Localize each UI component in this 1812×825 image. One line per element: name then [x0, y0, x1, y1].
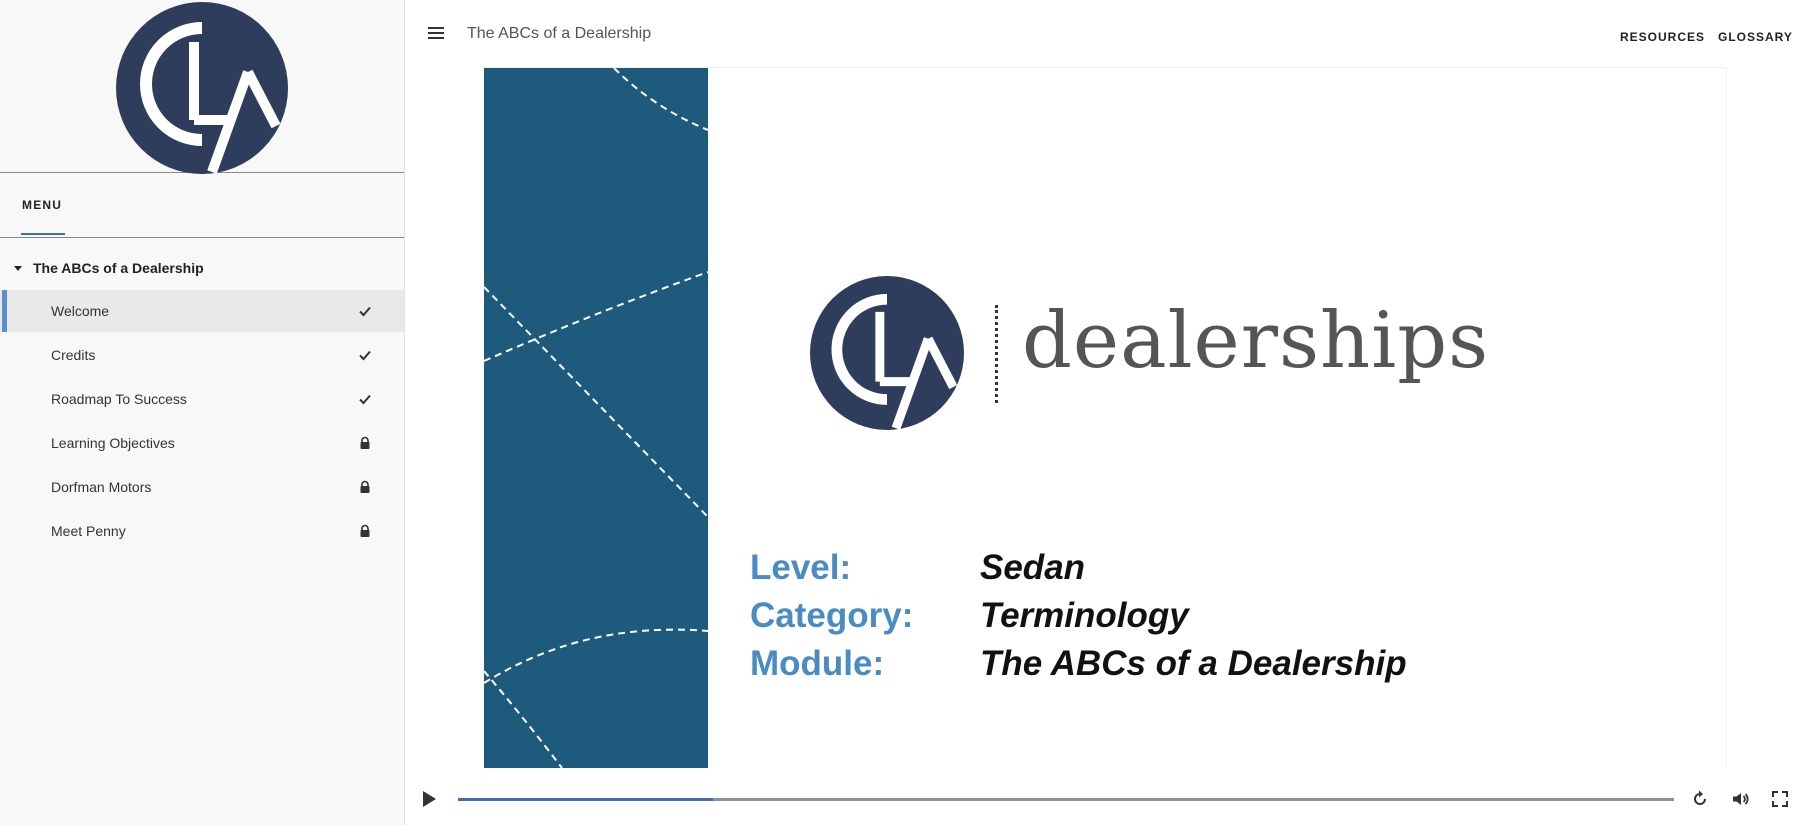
dashed-lines-decoration	[484, 68, 708, 768]
glossary-link[interactable]: GLOSSARY	[1718, 30, 1793, 44]
sidebar-item-label: Roadmap To Success	[51, 391, 187, 407]
cla-brand-logo-icon	[810, 276, 964, 430]
level-value: Sedan	[980, 548, 1086, 587]
lock-icon	[360, 480, 370, 493]
progress-bar[interactable]	[458, 798, 1674, 801]
replay-icon[interactable]	[1690, 789, 1710, 809]
sidebar-item-label: Learning Objectives	[51, 435, 175, 451]
lock-icon	[360, 436, 370, 449]
sidebar-item-label: Welcome	[51, 303, 110, 319]
menu-tab-indicator	[21, 233, 65, 235]
course-title: The ABCs of a Dealership	[467, 25, 652, 42]
sidebar-item-roadmap-to-success[interactable]: Roadmap To Success	[0, 378, 404, 420]
sidebar-item-label: Credits	[51, 347, 96, 363]
check-icon	[359, 394, 371, 405]
divider	[0, 237, 404, 238]
resources-link[interactable]: RESOURCES	[1620, 30, 1705, 44]
cla-logo-icon	[116, 2, 288, 174]
module-value: The ABCs of a Dealership	[980, 644, 1407, 683]
lock-icon	[360, 524, 370, 537]
slide-decorative-band	[484, 68, 708, 768]
play-icon[interactable]	[423, 791, 436, 807]
check-icon	[359, 350, 371, 361]
fullscreen-icon[interactable]	[1770, 789, 1790, 809]
level-label: Level:	[750, 548, 852, 587]
progress-bar-fill	[458, 798, 714, 801]
section-title: The ABCs of a Dealership	[33, 260, 204, 276]
category-label: Category:	[750, 596, 914, 635]
section-header[interactable]: The ABCs of a Dealership	[0, 254, 404, 282]
sidebar: MENU The ABCs of a Dealership Welcome Cr…	[0, 0, 405, 825]
sidebar-item-welcome[interactable]: Welcome	[0, 290, 404, 332]
check-icon	[359, 306, 371, 317]
hamburger-menu-icon[interactable]	[428, 27, 444, 39]
sidebar-item-meet-penny[interactable]: Meet Penny	[0, 510, 404, 552]
category-value: Terminology	[980, 596, 1189, 635]
sidebar-item-label: Meet Penny	[51, 523, 126, 539]
volume-icon[interactable]	[1730, 789, 1750, 809]
logo-area	[0, 0, 404, 174]
brand-divider	[995, 305, 998, 403]
sidebar-item-dorfman-motors[interactable]: Dorfman Motors	[0, 466, 404, 508]
sidebar-item-credits[interactable]: Credits	[0, 334, 404, 376]
module-label: Module:	[750, 644, 885, 683]
sidebar-item-learning-objectives[interactable]: Learning Objectives	[0, 422, 404, 464]
caret-down-icon	[14, 265, 22, 271]
menu-tab[interactable]: MENU	[22, 198, 62, 212]
brand-wordmark: dealerships	[1022, 296, 1490, 386]
sidebar-item-label: Dorfman Motors	[51, 479, 152, 495]
slide-canvas: dealerships Level: Sedan Category: Termi…	[484, 67, 1727, 768]
